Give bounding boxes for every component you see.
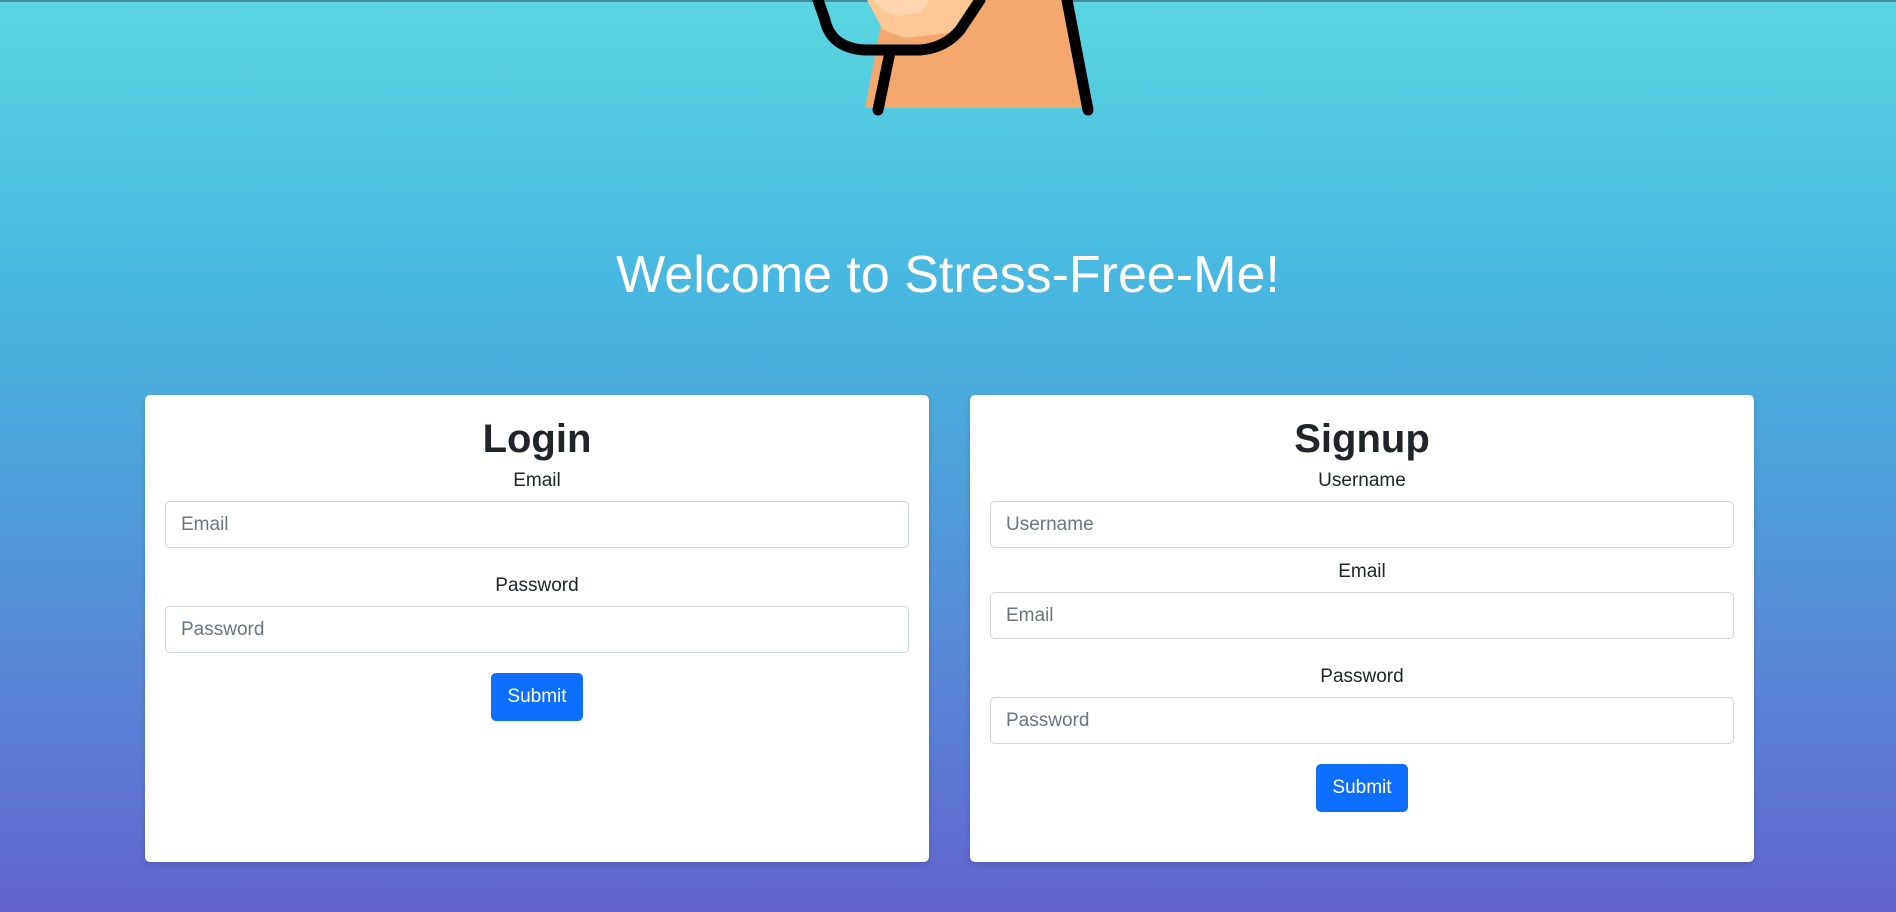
mascot-illustration [812, 0, 1094, 116]
welcome-heading: Welcome to Stress-Free-Me! [616, 246, 1280, 304]
signup-password-label: Password [1320, 666, 1404, 687]
login-email-input[interactable] [165, 501, 909, 548]
login-password-label: Password [495, 575, 579, 596]
signup-email-label: Email [1338, 561, 1386, 582]
login-card: Login Email Password Submit [145, 395, 929, 862]
signup-title: Signup [1294, 417, 1430, 461]
signup-submit-button[interactable]: Submit [1316, 764, 1408, 812]
login-title: Login [482, 417, 592, 461]
signup-card: Signup Username Email Password Submit [970, 395, 1754, 862]
login-submit-button[interactable]: Submit [491, 673, 583, 721]
login-password-input[interactable] [165, 606, 909, 653]
signup-email-input[interactable] [990, 592, 1734, 639]
signup-submit-row: Submit [990, 764, 1734, 812]
login-submit-row: Submit [165, 673, 909, 721]
signup-username-label: Username [1318, 470, 1406, 491]
login-email-label: Email [513, 470, 561, 491]
signup-password-input[interactable] [990, 697, 1734, 744]
signup-username-input[interactable] [990, 501, 1734, 548]
